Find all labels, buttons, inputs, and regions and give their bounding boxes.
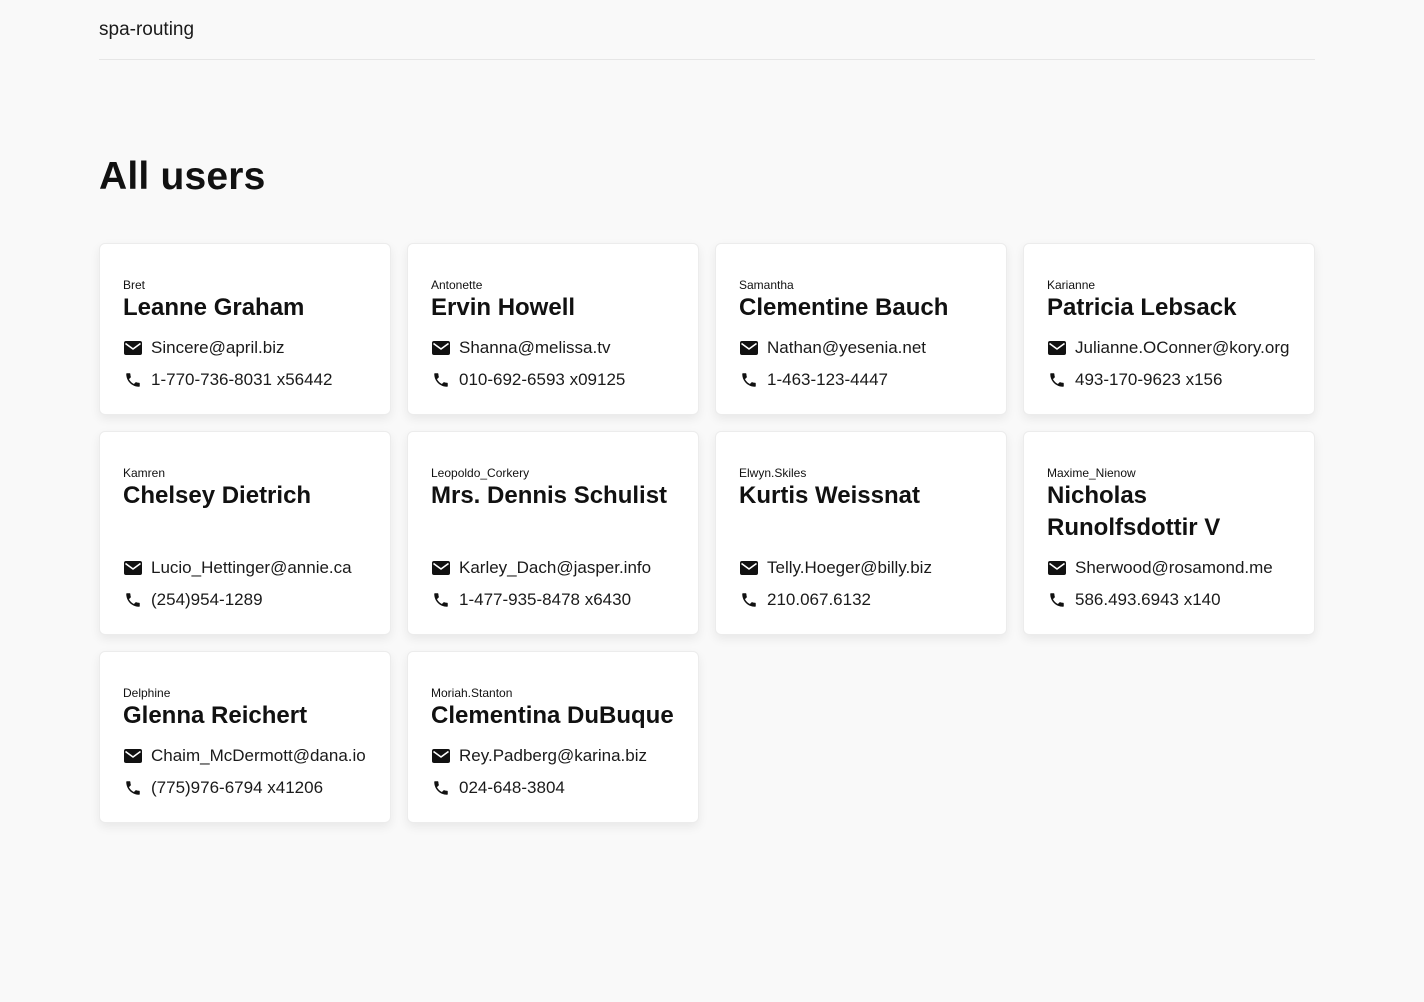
- user-card[interactable]: Leopoldo_Corkery Mrs. Dennis Schulist Ka…: [407, 431, 699, 635]
- user-phone: 010-692-6593 x09125: [459, 370, 626, 389]
- user-card[interactable]: Karianne Patricia Lebsack Julianne.OConn…: [1023, 243, 1315, 415]
- phone-icon: [123, 778, 143, 798]
- user-email: Rey.Padberg@karina.biz: [459, 746, 647, 765]
- user-email: Karley_Dach@jasper.info: [459, 558, 652, 577]
- user-name: Clementine Bauch: [739, 294, 949, 321]
- user-username: Samantha: [739, 278, 794, 292]
- envelope-icon: [123, 746, 143, 766]
- brand-link[interactable]: spa-routing: [99, 20, 194, 40]
- user-email: Julianne.OConner@kory.org: [1075, 338, 1290, 357]
- user-email: Sherwood@rosamond.me: [1075, 558, 1273, 577]
- user-email: Lucio_Hettinger@annie.ca: [151, 558, 352, 577]
- user-card[interactable]: Elwyn.Skiles Kurtis Weissnat Telly.Hoege…: [715, 431, 1007, 635]
- envelope-icon: [123, 558, 143, 578]
- page-title: All users: [99, 155, 266, 198]
- user-username: Bret: [123, 278, 146, 292]
- user-username: Moriah.Stanton: [431, 686, 513, 700]
- user-phone: 493-170-9623 x156: [1075, 370, 1223, 389]
- user-card[interactable]: Kamren Chelsey Dietrich Lucio_Hettinger@…: [99, 431, 391, 635]
- user-email-row: Karley_Dach@jasper.info: [431, 558, 675, 578]
- card-spacer: [431, 526, 675, 558]
- top-bar: spa-routing: [99, 0, 1315, 60]
- envelope-icon: [1047, 558, 1067, 578]
- user-name: Mrs. Dennis Schulist: [431, 482, 668, 509]
- user-phone-row: 1-770-736-8031 x56442: [123, 370, 367, 390]
- user-phone-row: 1-477-935-8478 x6430: [431, 590, 675, 610]
- user-name: Chelsey Dietrich: [123, 482, 312, 509]
- user-phone: 586.493.6943 x140: [1075, 590, 1221, 609]
- user-email-row: Lucio_Hettinger@annie.ca: [123, 558, 367, 578]
- user-phone-row: (775)976-6794 x41206: [123, 778, 367, 798]
- user-name: Patricia Lebsack: [1047, 294, 1237, 321]
- user-card[interactable]: Moriah.Stanton Clementina DuBuque Rey.Pa…: [407, 651, 699, 823]
- user-email: Sincere@april.biz: [151, 338, 285, 357]
- user-username: Elwyn.Skiles: [739, 466, 807, 480]
- user-email: Chaim_McDermott@dana.io: [151, 746, 366, 765]
- user-phone: 1-463-123-4447: [767, 370, 888, 389]
- user-email-row: Nathan@yesenia.net: [739, 338, 983, 358]
- envelope-icon: [1047, 338, 1067, 358]
- user-email-row: Sherwood@rosamond.me: [1047, 558, 1291, 578]
- user-card[interactable]: Samantha Clementine Bauch Nathan@yesenia…: [715, 243, 1007, 415]
- user-card[interactable]: Delphine Glenna Reichert Chaim_McDermott…: [99, 651, 391, 823]
- user-phone-row: 024-648-3804: [431, 778, 675, 798]
- user-card[interactable]: Bret Leanne Graham Sincere@april.biz 1-7…: [99, 243, 391, 415]
- card-spacer: [739, 526, 983, 558]
- user-name: Ervin Howell: [431, 294, 576, 321]
- user-phone: 1-477-935-8478 x6430: [459, 590, 632, 609]
- user-email: Telly.Hoeger@billy.biz: [767, 558, 932, 577]
- envelope-icon: [431, 558, 451, 578]
- user-username: Kamren: [123, 466, 166, 480]
- envelope-icon: [431, 746, 451, 766]
- user-grid: Bret Leanne Graham Sincere@april.biz 1-7…: [99, 243, 1315, 823]
- phone-icon: [1047, 370, 1067, 390]
- phone-icon: [431, 590, 451, 610]
- phone-icon: [431, 778, 451, 798]
- user-name: Nicholas Runolfsdottir V: [1047, 482, 1221, 541]
- phone-icon: [431, 370, 451, 390]
- user-email: Nathan@yesenia.net: [767, 338, 927, 357]
- card-spacer: [123, 526, 367, 558]
- phone-icon: [123, 590, 143, 610]
- user-phone: 024-648-3804: [459, 778, 565, 797]
- user-phone-row: 493-170-9623 x156: [1047, 370, 1291, 390]
- user-username: Maxime_Nienow: [1047, 466, 1136, 480]
- user-phone-row: 210.067.6132: [739, 590, 983, 610]
- user-phone: (775)976-6794 x41206: [151, 778, 324, 797]
- user-name: Kurtis Weissnat: [739, 482, 920, 509]
- user-name: Clementina DuBuque: [431, 702, 674, 729]
- user-phone-row: (254)954-1289: [123, 590, 367, 610]
- envelope-icon: [431, 338, 451, 358]
- phone-icon: [739, 590, 759, 610]
- user-email-row: Shanna@melissa.tv: [431, 338, 675, 358]
- user-name: Glenna Reichert: [123, 702, 308, 729]
- user-phone: 210.067.6132: [767, 590, 871, 609]
- user-email: Shanna@melissa.tv: [459, 338, 611, 357]
- phone-icon: [739, 370, 759, 390]
- user-email-row: Julianne.OConner@kory.org: [1047, 338, 1291, 358]
- user-phone: 1-770-736-8031 x56442: [151, 370, 333, 389]
- user-name: Leanne Graham: [123, 294, 305, 321]
- user-phone-row: 586.493.6943 x140: [1047, 590, 1291, 610]
- user-username: Delphine: [123, 686, 171, 700]
- user-card[interactable]: Antonette Ervin Howell Shanna@melissa.tv…: [407, 243, 699, 415]
- user-phone-row: 1-463-123-4447: [739, 370, 983, 390]
- user-phone: (254)954-1289: [151, 590, 263, 609]
- envelope-icon: [739, 558, 759, 578]
- phone-icon: [1047, 590, 1067, 610]
- user-email-row: Telly.Hoeger@billy.biz: [739, 558, 983, 578]
- user-email-row: Rey.Padberg@karina.biz: [431, 746, 675, 766]
- user-card[interactable]: Maxime_Nienow Nicholas Runolfsdottir V S…: [1023, 431, 1315, 635]
- user-email-row: Chaim_McDermott@dana.io: [123, 746, 367, 766]
- page-container: spa-routing All users Bret Leanne Graham…: [99, 0, 1315, 823]
- user-username: Antonette: [431, 278, 483, 292]
- phone-icon: [123, 370, 143, 390]
- user-username: Leopoldo_Corkery: [431, 466, 530, 480]
- envelope-icon: [739, 338, 759, 358]
- user-username: Karianne: [1047, 278, 1096, 292]
- envelope-icon: [123, 338, 143, 358]
- user-email-row: Sincere@april.biz: [123, 338, 367, 358]
- user-phone-row: 010-692-6593 x09125: [431, 370, 675, 390]
